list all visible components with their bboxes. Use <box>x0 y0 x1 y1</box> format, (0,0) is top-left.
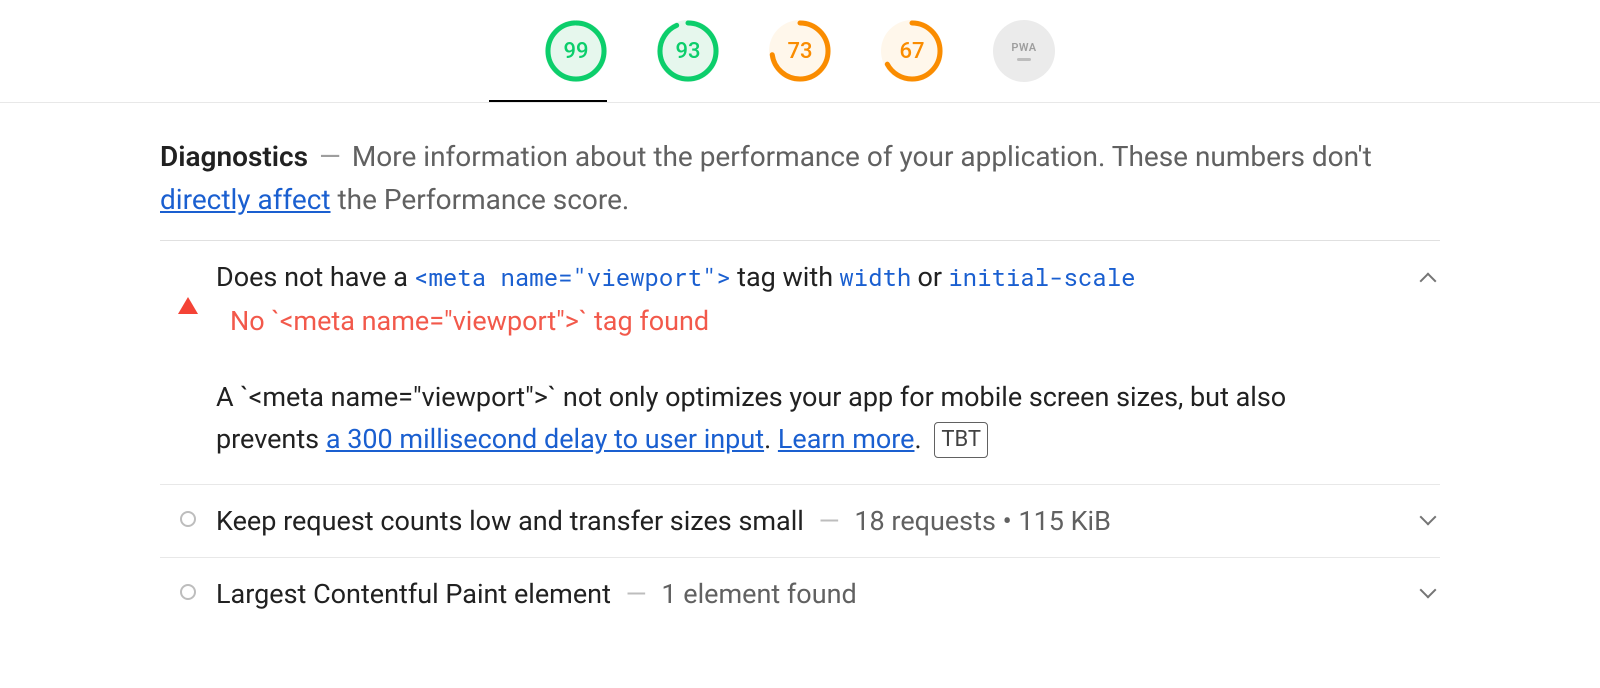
audit-lcp-element[interactable]: Largest Contentful Paint element — 1 ele… <box>160 558 1440 630</box>
chevron-down-icon[interactable] <box>1422 511 1440 529</box>
chevron-down-icon[interactable] <box>1422 584 1440 602</box>
audit2-title: Keep request counts low and transfer siz… <box>216 505 804 537</box>
audit-request-counts[interactable]: Keep request counts low and transfer siz… <box>160 485 1440 558</box>
score-gauge-accessibility[interactable]: 93 <box>657 20 719 82</box>
code-initial-scale: initial-scale <box>948 261 1135 293</box>
code-width: width <box>839 261 911 293</box>
chevron-up-icon[interactable] <box>1422 267 1440 285</box>
diagnostics-heading: Diagnostics — More information about the… <box>160 135 1440 241</box>
audit2-detail: 18 requests • 115 KiB <box>854 505 1111 537</box>
score-gauge-performance[interactable]: 99 <box>545 20 607 82</box>
section-desc-before: More information about the performance o… <box>352 140 1372 173</box>
dash: — <box>626 578 647 610</box>
active-tab-indicator <box>489 100 607 102</box>
delay-link[interactable]: a 300 millisecond delay to user input <box>326 423 764 455</box>
scores-header: 99 93 73 67 PWA <box>0 0 1600 103</box>
audit3-title: Largest Contentful Paint element <box>216 578 611 610</box>
dot: . <box>915 423 922 455</box>
audit3-detail: 1 element found <box>661 578 856 610</box>
code-meta-viewport: <meta name="viewport"> <box>414 261 731 293</box>
audit-title-pre: Does not have a <box>216 261 408 293</box>
score-gauge-seo[interactable]: 67 <box>881 20 943 82</box>
info-circle-icon <box>180 584 196 600</box>
score-gauge-pwa[interactable]: PWA <box>993 20 1055 82</box>
dot: . <box>764 423 771 455</box>
content-area: Diagnostics — More information about the… <box>140 103 1460 630</box>
score-gauge-best-practices[interactable]: 73 <box>769 20 831 82</box>
section-title: Diagnostics <box>160 140 308 173</box>
pwa-dash-icon <box>1017 58 1031 61</box>
learn-more-link[interactable]: Learn more <box>778 423 915 455</box>
dash: — <box>819 505 840 537</box>
section-desc-after: the Performance score. <box>337 183 629 216</box>
audit-error-message: No `<meta name="viewport">` tag found <box>216 305 1392 337</box>
audit-title-mid: tag with <box>737 261 833 293</box>
pwa-label: PWA <box>1011 41 1036 54</box>
info-circle-icon <box>180 511 196 527</box>
directly-affect-link[interactable]: directly affect <box>160 183 331 216</box>
audit-viewport[interactable]: Does not have a <meta name="viewport"> t… <box>160 241 1440 486</box>
dash: — <box>319 140 341 173</box>
audit-title-or: or <box>918 261 943 293</box>
error-triangle-icon <box>178 297 198 314</box>
tbt-badge: TBT <box>934 422 988 458</box>
